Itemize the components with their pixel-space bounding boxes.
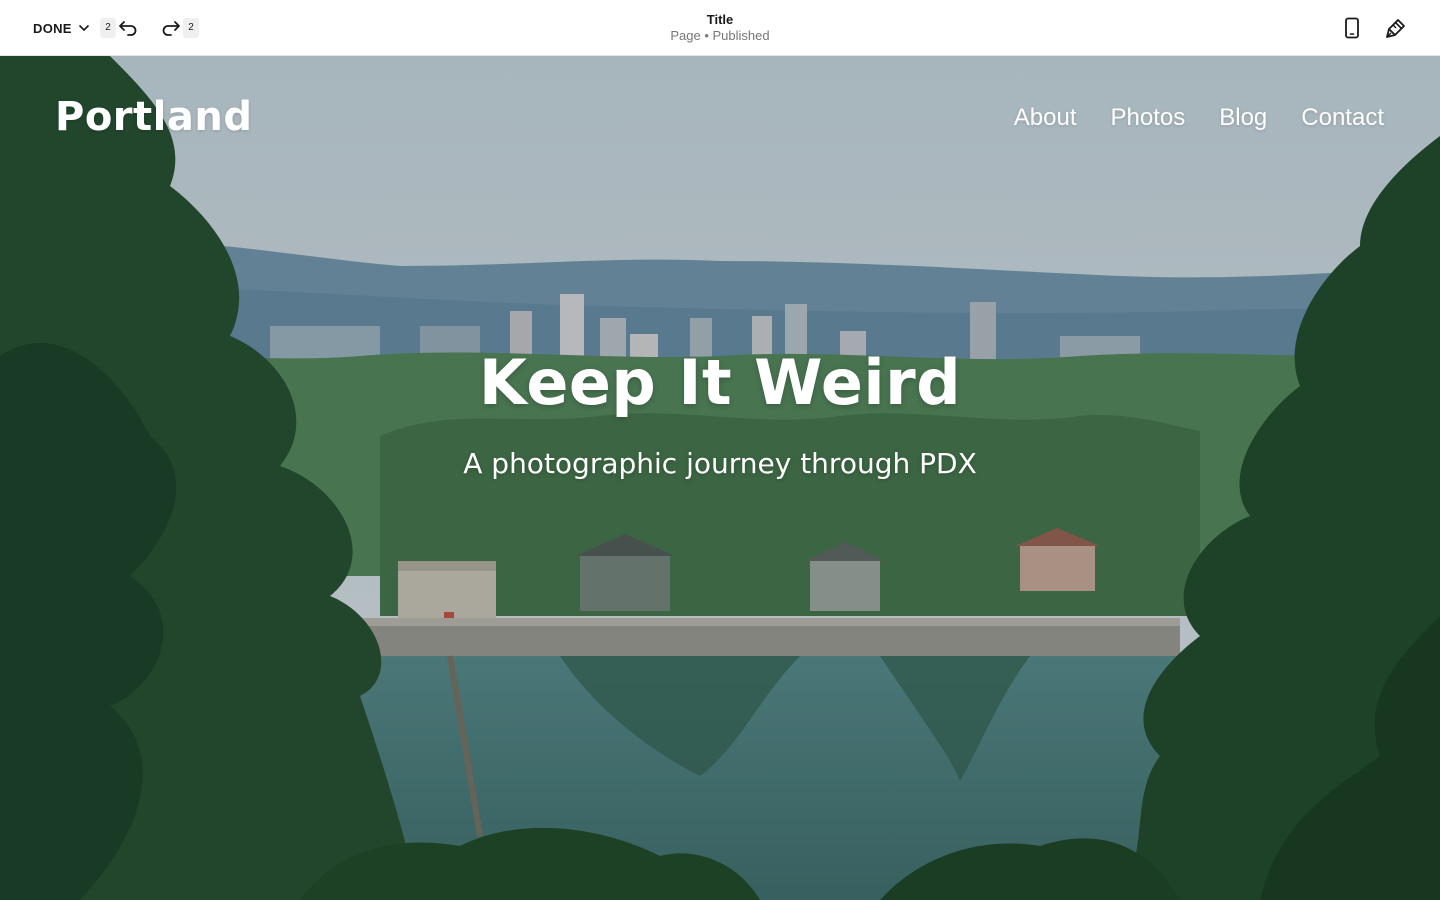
- chevron-down-icon: [78, 24, 89, 32]
- hero-section: Portland About Photos Blog Contact Keep …: [0, 56, 1440, 900]
- redo-count-badge: 2: [183, 18, 199, 38]
- nav-link-photos[interactable]: Photos: [1111, 104, 1186, 132]
- nav-link-blog[interactable]: Blog: [1219, 104, 1267, 132]
- undo-arrow-icon: [119, 21, 137, 36]
- page-info: Title Page • Published: [520, 12, 920, 44]
- nav-link-contact[interactable]: Contact: [1301, 104, 1384, 132]
- site-nav: About Photos Blog Contact: [1014, 104, 1384, 132]
- paintbrush-icon: [1386, 19, 1405, 38]
- redo-button[interactable]: [157, 14, 185, 42]
- mobile-preview-button[interactable]: [1338, 14, 1366, 42]
- site-styles-button[interactable]: [1382, 14, 1410, 42]
- redo-arrow-icon: [162, 21, 180, 36]
- page-status: Page • Published: [670, 28, 770, 43]
- editor-toolbar: DONE 2 2 Title Page • Published: [0, 0, 1440, 56]
- undo-button[interactable]: [114, 14, 142, 42]
- done-label: DONE: [33, 20, 72, 36]
- page-title: Title: [706, 12, 734, 27]
- site-logo[interactable]: Portland: [55, 94, 252, 140]
- done-button[interactable]: DONE: [33, 18, 90, 38]
- nav-link-about[interactable]: About: [1014, 104, 1077, 132]
- mobile-phone-icon: [1345, 17, 1359, 39]
- hero-heading: Keep It Weird: [478, 346, 962, 419]
- hero-subheading: A photographic journey through PDX: [463, 447, 977, 480]
